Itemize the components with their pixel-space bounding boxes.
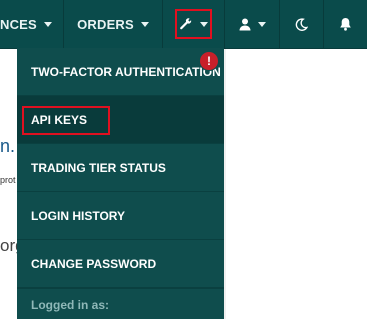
- menu-item-login-history[interactable]: LOGIN HISTORY: [17, 192, 224, 240]
- menu-item-two-factor-authentication[interactable]: TWO-FACTOR AUTHENTICATION: [17, 48, 224, 96]
- menu-item-label: LOGIN HISTORY: [31, 208, 126, 223]
- alert-badge: !: [199, 51, 219, 71]
- menu-item-label: TWO-FACTOR AUTHENTICATION: [31, 64, 221, 79]
- menu-item-label: CHANGE PASSWORD: [31, 256, 157, 271]
- bell-icon: [339, 17, 352, 31]
- menu-item-change-password[interactable]: CHANGE PASSWORD: [17, 240, 224, 288]
- notifications-button[interactable]: [324, 0, 367, 48]
- menu-divider: [17, 288, 224, 289]
- api-keys-highlight: [22, 106, 110, 135]
- nav-orders-label: ORDERS: [77, 16, 134, 32]
- page-text-fragment-large: n.: [0, 136, 16, 156]
- nav-user-menu[interactable]: [225, 0, 279, 48]
- menu-item-trading-tier-status[interactable]: TRADING TIER STATUS: [17, 144, 224, 192]
- settings-dropdown-menu: TWO-FACTOR AUTHENTICATION API KEYS TRADI…: [17, 48, 224, 319]
- theme-toggle-button[interactable]: [280, 0, 323, 48]
- tools-menu-highlight: [175, 9, 212, 39]
- logged-in-as-label: Logged in as:: [31, 298, 109, 312]
- menu-item-label: TRADING TIER STATUS: [31, 160, 166, 175]
- chevron-down-icon: [43, 22, 52, 27]
- nav-finances[interactable]: NCES: [0, 0, 63, 48]
- user-icon: [239, 18, 251, 31]
- nav-orders[interactable]: ORDERS: [64, 0, 162, 48]
- app-root: n. prot org NCES ORDERS TWO-FACTOR AUTHE…: [0, 0, 367, 319]
- chevron-down-icon: [140, 22, 149, 27]
- nav-finances-label: NCES: [0, 16, 37, 32]
- chevron-down-icon: [257, 22, 266, 27]
- moon-icon: [295, 17, 308, 31]
- page-text-fragment-small: prot: [0, 175, 16, 185]
